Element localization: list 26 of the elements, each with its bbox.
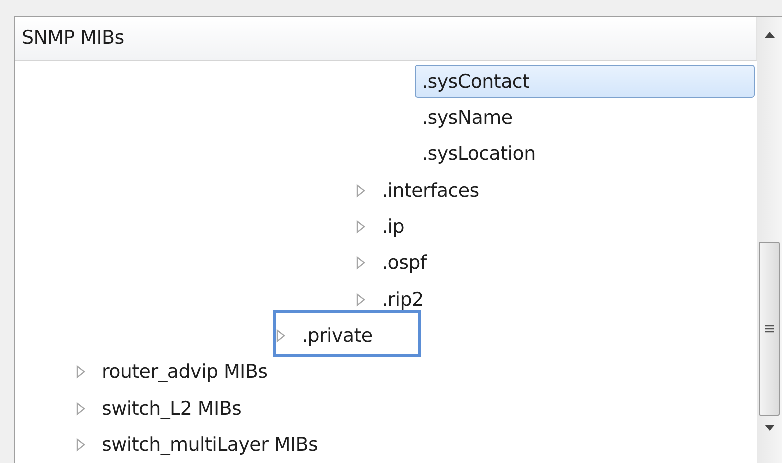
expand-arrow-icon[interactable] [355,256,367,270]
column-title: SNMP MIBs [22,27,124,50]
scrollbar[interactable] [757,17,782,463]
tree-item[interactable]: .sysContact [415,65,755,98]
column-header[interactable]: SNMP MIBs [15,17,757,61]
expand-arrow-icon[interactable] [75,402,87,416]
tree-item[interactable]: .private [295,319,380,352]
tree-item[interactable]: .sysLocation [415,138,543,171]
tree-item[interactable]: .rip2 [375,283,431,316]
tree-item[interactable]: .sysName [415,102,520,135]
tree-item[interactable]: switch_multiLayer MIBs [95,428,326,462]
expand-arrow-icon[interactable] [355,220,367,234]
expand-arrow-icon[interactable] [75,365,87,380]
grip-icon [765,325,774,333]
tree-item[interactable]: router_advip MIBs [95,356,275,389]
expand-arrow-icon[interactable] [75,438,87,452]
expand-arrow-icon[interactable] [355,184,367,198]
scroll-down-icon[interactable] [764,424,776,432]
tree-item[interactable]: .interfaces [375,174,486,208]
tree-item[interactable]: switch_L2 MIBs [95,392,249,426]
expand-arrow-icon[interactable] [275,328,287,343]
tree-item[interactable]: .ip [375,210,412,244]
expand-arrow-icon[interactable] [355,292,367,307]
scroll-thumb[interactable] [759,242,780,416]
tree-item[interactable]: .ospf [375,246,434,280]
scroll-up-icon[interactable] [764,31,776,39]
